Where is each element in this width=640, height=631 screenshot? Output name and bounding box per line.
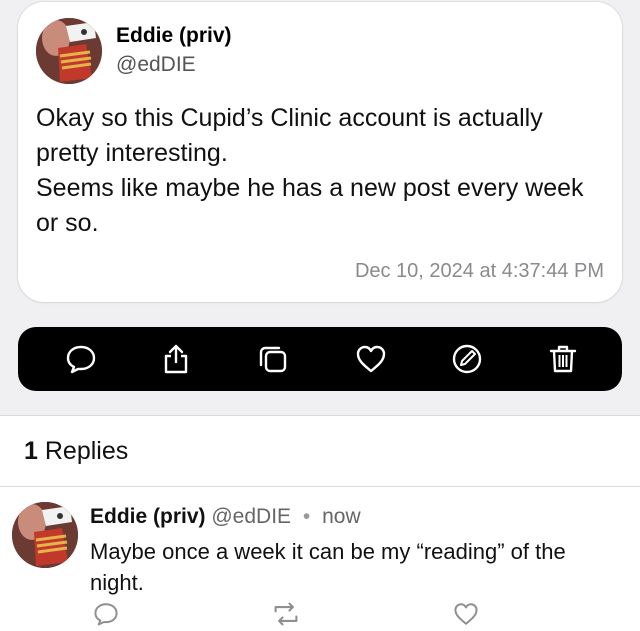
post-text: Okay so this Cupid’s Clinic account is a… (36, 101, 606, 241)
like-icon (454, 603, 478, 625)
edit-button[interactable] (450, 342, 484, 376)
reply-meta: Eddie (priv) @edDIE • now (90, 505, 361, 529)
post-detail-area: Eddie (priv) @edDIE Okay so this Cupid’s… (0, 0, 640, 415)
like-button[interactable] (354, 342, 388, 376)
reply-author-name[interactable]: Eddie (priv) (90, 505, 206, 528)
reply-button[interactable] (64, 342, 98, 376)
divider (0, 415, 640, 416)
repost-icon (274, 602, 298, 626)
share-icon (164, 344, 188, 374)
share-button[interactable] (159, 342, 193, 376)
thread-view: Eddie (priv) @edDIE Okay so this Cupid’s… (0, 0, 640, 631)
edit-icon (452, 344, 482, 374)
reply-text: Maybe once a week it can be my “reading”… (90, 539, 566, 595)
replies-count: 1 (24, 437, 38, 465)
reply-like-button[interactable] (451, 600, 481, 628)
reply-repost-button[interactable] (271, 600, 301, 628)
author-avatar[interactable] (36, 18, 102, 84)
separator-dot: • (302, 505, 311, 528)
delete-button[interactable] (546, 342, 580, 376)
copy-icon (259, 346, 287, 373)
post-timestamp: Dec 10, 2024 at 4:37:44 PM (354, 260, 604, 282)
copy-button[interactable] (256, 342, 290, 376)
heart-icon (356, 345, 386, 373)
author-handle[interactable]: @edDIE (116, 53, 196, 77)
reply-author-handle[interactable]: @edDIE (211, 505, 291, 528)
post-text-line: Okay so this Cupid’s Clinic account is a… (36, 104, 543, 167)
reply-author-avatar[interactable] (12, 502, 78, 568)
reply-icon (66, 345, 96, 374)
post-card[interactable]: Eddie (priv) @edDIE Okay so this Cupid’s… (18, 2, 622, 302)
trash-icon (549, 345, 577, 373)
post-text-line: Seems like maybe he has a new post every… (36, 174, 584, 237)
reply-time: now (322, 505, 361, 528)
divider (0, 486, 640, 487)
post-action-bar (18, 327, 622, 391)
replies-header: 1 Replies (24, 437, 128, 466)
reply-reply-button[interactable] (91, 600, 121, 628)
author-name[interactable]: Eddie (priv) (116, 24, 232, 48)
reply-icon (94, 603, 118, 626)
replies-label: Replies (44, 437, 129, 465)
